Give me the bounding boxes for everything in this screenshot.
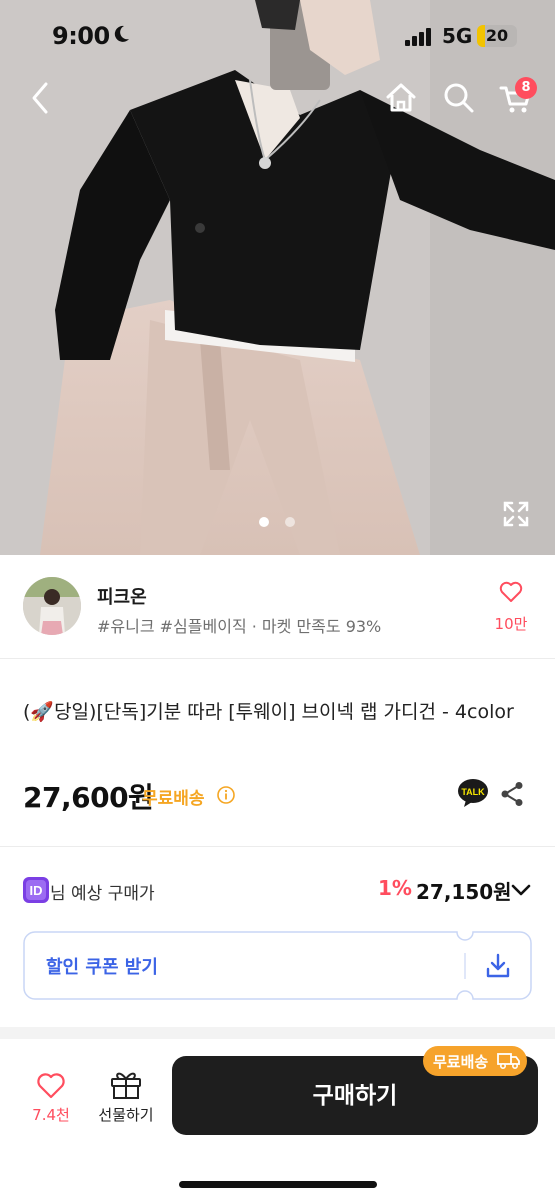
status-time: 9:00 xyxy=(52,22,110,50)
home-button[interactable] xyxy=(383,80,419,116)
home-indicator xyxy=(179,1181,377,1188)
section-divider-thick xyxy=(0,1027,555,1039)
member-expected-price: 27,150원 xyxy=(416,880,512,904)
avatar-image xyxy=(23,577,81,635)
cart-badge: 8 xyxy=(515,77,537,99)
network-type: 5G xyxy=(442,24,473,48)
chevron-left-icon xyxy=(32,82,48,114)
delivery-truck-icon xyxy=(497,1053,520,1070)
battery-icon: 20 xyxy=(477,25,517,47)
fullscreen-button[interactable] xyxy=(503,501,529,527)
seller-avatar[interactable] xyxy=(23,577,81,635)
share-button[interactable] xyxy=(500,781,524,807)
member-id-badge-icon: ID xyxy=(23,877,49,903)
download-icon xyxy=(486,953,510,978)
seller-like-count: 10만 xyxy=(494,615,528,633)
chevron-down-icon xyxy=(511,884,531,896)
coupon-label[interactable]: 할인 쿠폰 받기 xyxy=(46,953,158,979)
section-divider xyxy=(0,846,555,847)
free-shipping-label: 무료배송 xyxy=(142,789,205,809)
product-image-gallery[interactable]: 9:00 5G 20 8 xyxy=(0,0,555,555)
seller-section[interactable]: 피크온 #유니크 #심플베이직 · 마켓 만족도 93% 10만 xyxy=(0,555,555,659)
seller-tags: #유니크 #심플베이직 · 마켓 만족도 93% xyxy=(97,617,382,636)
member-price-toggle[interactable] xyxy=(510,880,532,900)
gift-label: 선물하기 xyxy=(98,1106,154,1124)
seller-name[interactable]: 피크온 xyxy=(97,583,147,609)
shipping-info-button[interactable] xyxy=(216,785,236,805)
status-bar: 9:00 5G 20 xyxy=(0,0,555,72)
member-discount-rate: 1% xyxy=(378,876,412,900)
product-price: 27,600원 xyxy=(23,781,154,814)
kakao-talk-button[interactable]: TALK xyxy=(457,778,489,808)
home-icon xyxy=(386,83,416,112)
expand-icon xyxy=(503,501,529,527)
gallery-dot-active[interactable] xyxy=(259,517,269,527)
member-price-label: 님 예상 구매가 xyxy=(50,884,155,904)
svg-text:TALK: TALK xyxy=(461,787,485,797)
free-shipping-pill: 무료배송 xyxy=(423,1046,527,1076)
coupon-download-icon-button[interactable] xyxy=(484,952,512,980)
talk-icon: TALK xyxy=(458,779,488,807)
product-title: (🚀당일)[단독]기분 따라 [투웨이] 브이넥 랩 가디건 - 4color xyxy=(23,701,514,723)
search-button[interactable] xyxy=(441,80,477,116)
back-button[interactable] xyxy=(26,80,56,116)
free-shipping-pill-label: 무료배송 xyxy=(433,1053,489,1071)
gallery-dot[interactable] xyxy=(285,517,295,527)
info-icon xyxy=(217,786,235,804)
moon-icon xyxy=(114,25,129,42)
wishlist-count: 7.4천 xyxy=(32,1106,70,1124)
heart-icon xyxy=(37,1073,65,1099)
search-icon xyxy=(444,83,474,113)
share-icon xyxy=(501,782,523,806)
gift-icon xyxy=(111,1072,141,1099)
member-badge-text: ID xyxy=(30,883,43,898)
battery-level: 20 xyxy=(485,26,509,45)
signal-icon xyxy=(405,28,431,46)
heart-icon xyxy=(499,581,523,602)
